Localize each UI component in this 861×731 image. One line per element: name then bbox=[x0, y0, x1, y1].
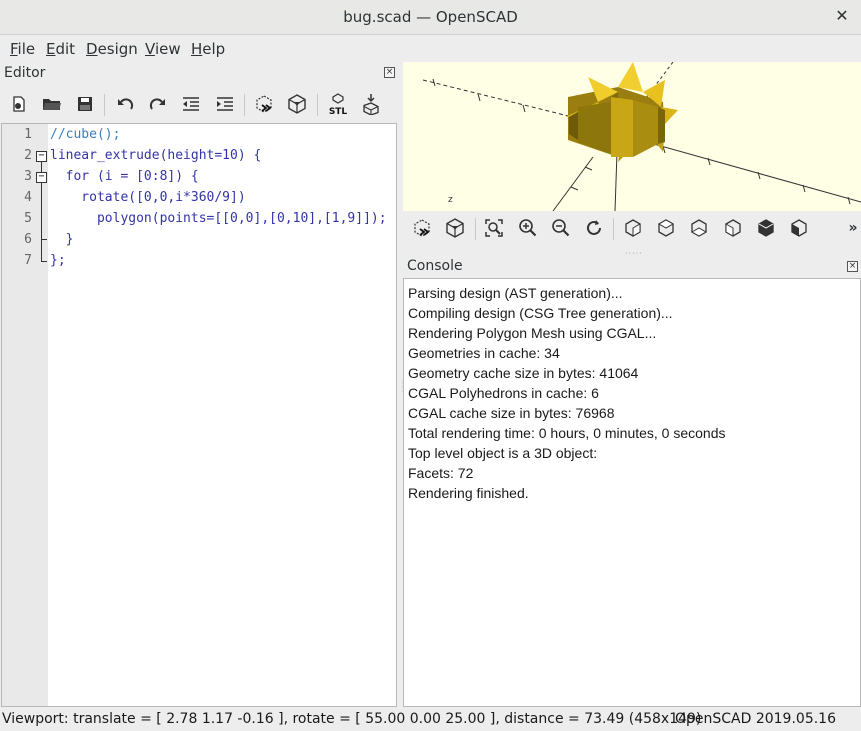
line-number: 4 bbox=[24, 190, 32, 205]
line-number: 2 bbox=[24, 148, 32, 163]
code-line: rotate([0,0,i*360/9]) bbox=[50, 190, 246, 205]
code-line: }; bbox=[50, 253, 66, 268]
menu-help[interactable]: Help bbox=[191, 40, 225, 58]
line-number: 7 bbox=[24, 253, 32, 268]
indent-icon[interactable] bbox=[212, 91, 238, 117]
console-line: CGAL Polyhedrons in cache: 6 bbox=[408, 385, 599, 401]
line-number: 6 bbox=[24, 232, 32, 247]
code-line: for (i = [0:8]) { bbox=[50, 169, 199, 184]
more-icon[interactable]: » bbox=[840, 215, 861, 241]
line-number: 3 bbox=[24, 169, 32, 184]
view-front-icon[interactable] bbox=[753, 215, 779, 241]
view-bottom-icon[interactable] bbox=[686, 215, 712, 241]
console-line: Geometry cache size in bytes: 41064 bbox=[408, 365, 639, 381]
viewport-splitter-handle[interactable]: ····· bbox=[625, 249, 643, 258]
redo-icon[interactable] bbox=[145, 91, 171, 117]
svg-text:STL: STL bbox=[329, 107, 348, 116]
editor-toolbar: STL bbox=[6, 91, 396, 121]
viewport-status: Viewport: translate = [ 2.78 1.17 -0.16 … bbox=[2, 711, 702, 727]
menu-design[interactable]: Design bbox=[86, 40, 138, 58]
fold-toggle[interactable]: − bbox=[36, 151, 47, 162]
menubar: File Edit Design View Help bbox=[0, 36, 861, 62]
zoom-in-icon[interactable] bbox=[515, 215, 541, 241]
status-bar: Viewport: translate = [ 2.78 1.17 -0.16 … bbox=[0, 709, 861, 731]
render-icon[interactable] bbox=[442, 215, 468, 241]
preview-icon[interactable] bbox=[251, 91, 277, 117]
console-line: Rendering finished. bbox=[408, 485, 529, 501]
console-line: Compiling design (CSG Tree generation)..… bbox=[408, 305, 673, 321]
viewport-toolbar: » bbox=[403, 215, 861, 245]
render-icon[interactable] bbox=[284, 91, 310, 117]
open-file-icon[interactable] bbox=[39, 91, 65, 117]
unindent-icon[interactable] bbox=[178, 91, 204, 117]
save-icon[interactable] bbox=[72, 91, 98, 117]
menu-file[interactable]: File bbox=[10, 40, 35, 58]
view-right-icon[interactable] bbox=[620, 215, 646, 241]
3d-viewport[interactable]: z bbox=[403, 62, 861, 211]
view-top-icon[interactable] bbox=[653, 215, 679, 241]
view-left-icon[interactable] bbox=[720, 215, 746, 241]
console-line: Facets: 72 bbox=[408, 465, 474, 481]
view-back-icon[interactable] bbox=[786, 215, 812, 241]
console-line: Rendering Polygon Mesh using CGAL... bbox=[408, 325, 657, 341]
console-line: CGAL cache size in bytes: 76968 bbox=[408, 405, 615, 421]
console-line: Parsing design (AST generation)... bbox=[408, 285, 623, 301]
line-number: 5 bbox=[24, 211, 32, 226]
version-label: OpenSCAD 2019.05.16 bbox=[674, 711, 836, 727]
export-stl-icon[interactable]: STL bbox=[325, 91, 351, 117]
console-title: Console bbox=[407, 258, 463, 274]
view-all-icon[interactable] bbox=[481, 215, 507, 241]
reset-view-icon[interactable] bbox=[581, 215, 607, 241]
code-line: polygon(points=[[0,0],[0,10],[1,9]]); bbox=[50, 211, 387, 226]
undo-icon[interactable] bbox=[112, 91, 138, 117]
preview-icon[interactable] bbox=[409, 215, 435, 241]
window-title: bug.scad — OpenSCAD bbox=[343, 8, 518, 26]
editor-title: Editor bbox=[4, 65, 46, 81]
window-titlebar: bug.scad — OpenSCAD ✕ bbox=[0, 0, 861, 35]
send-to-3d-print-icon[interactable] bbox=[358, 91, 384, 117]
rendered-model: z bbox=[422, 62, 861, 211]
code-editor[interactable]: 1 2 3 4 5 6 7 − − //cube(); linear_extru… bbox=[1, 123, 397, 707]
console-line: Top level object is a 3D object: bbox=[408, 445, 598, 461]
console-close-icon[interactable]: × bbox=[847, 261, 858, 272]
code-line: linear_extrude(height=10) { bbox=[50, 148, 262, 163]
menu-view[interactable]: View bbox=[145, 40, 181, 58]
console-line: Geometries in cache: 34 bbox=[408, 345, 560, 361]
menu-edit[interactable]: Edit bbox=[46, 40, 75, 58]
zoom-out-icon[interactable] bbox=[548, 215, 574, 241]
console-output[interactable]: Parsing design (AST generation)... Compi… bbox=[403, 278, 861, 707]
svg-text:z: z bbox=[448, 195, 453, 205]
new-file-icon[interactable] bbox=[6, 91, 32, 117]
console-line: Total rendering time: 0 hours, 0 minutes… bbox=[408, 425, 726, 441]
line-number: 1 bbox=[24, 127, 32, 142]
fold-toggle[interactable]: − bbox=[36, 172, 47, 183]
editor-close-icon[interactable]: × bbox=[384, 67, 395, 78]
window-close-button[interactable]: ✕ bbox=[833, 7, 851, 25]
code-line: //cube(); bbox=[50, 127, 121, 142]
code-line: } bbox=[50, 232, 74, 247]
